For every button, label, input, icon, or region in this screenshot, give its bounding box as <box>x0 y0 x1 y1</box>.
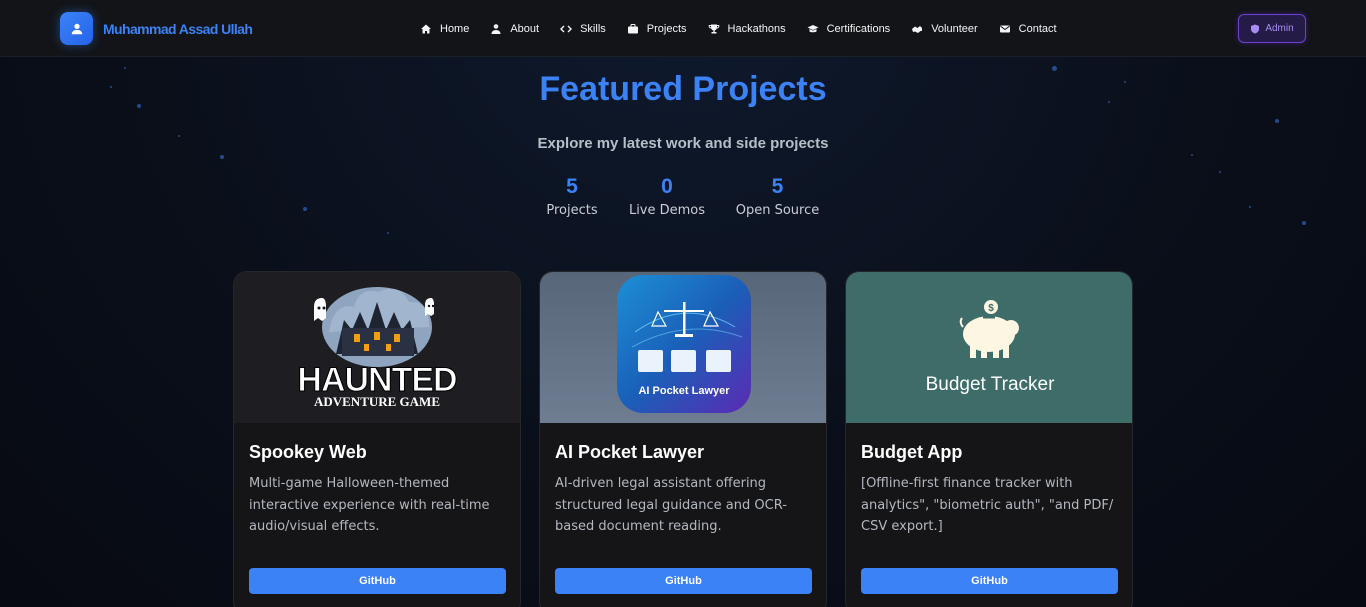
project-title: AI Pocket Lawyer <box>555 442 705 462</box>
nav-label: Home <box>440 22 470 35</box>
nav-item-projects[interactable]: Projects <box>627 23 687 35</box>
graduation-cap-icon <box>807 23 819 35</box>
nav-item-certifications[interactable]: Certifications <box>807 22 891 35</box>
nav-item-home[interactable]: Home <box>420 23 469 35</box>
project-image-budget-tracker: $ Budget Tracker <box>846 272 1132 423</box>
project-title: Spookey Web <box>249 442 367 462</box>
nav-links: Home About Skills Projects Hackathons Ce… <box>420 0 1078 57</box>
brand[interactable]: Muhammad Assad Ullah <box>60 12 253 45</box>
project-card-budget-app: $ Budget Tracker Budget App [Offline-fir… <box>845 271 1133 607</box>
github-button[interactable]: GitHub <box>861 568 1118 594</box>
nav-label: About <box>510 22 540 35</box>
project-description: Multi-game Halloween-themed interactive … <box>249 476 490 534</box>
stat-label: Open Source <box>735 203 820 218</box>
haunted-logo-subtext: ADVENTURE GAME <box>314 394 440 409</box>
nav-label: Projects <box>646 22 687 35</box>
project-description: AI-driven legal assistant offering struc… <box>555 476 787 534</box>
home-icon <box>420 23 432 35</box>
svg-text:$: $ <box>988 303 994 314</box>
nav-item-hackathons[interactable]: Hackathons <box>708 23 786 35</box>
github-button[interactable]: GitHub <box>249 568 506 594</box>
handshake-icon <box>911 23 923 35</box>
project-description: [Offline-first finance tracker with anal… <box>861 476 1114 534</box>
trophy-icon <box>708 23 720 35</box>
stat-projects: 5 Projects <box>532 174 612 218</box>
ai-lawyer-logo-text: AI Pocket Lawyer <box>638 385 730 397</box>
stat-label: Live Demos <box>628 203 706 218</box>
nav-item-volunteer[interactable]: Volunteer <box>911 22 978 35</box>
mail-icon <box>999 23 1011 35</box>
stat-live-demos: 0 Live Demos <box>622 174 712 218</box>
person-icon <box>490 23 502 35</box>
stat-value: 5 <box>566 175 578 198</box>
nav-item-skills[interactable]: Skills <box>560 23 606 35</box>
nav-label: Certifications <box>826 22 891 35</box>
budget-logo-text: Budget Tracker <box>926 374 1056 395</box>
stat-label: Projects <box>546 203 598 218</box>
stat-value: 5 <box>771 175 784 198</box>
admin-label: Admin <box>1265 23 1294 34</box>
nav-label: Volunteer <box>931 22 978 35</box>
project-title: Budget App <box>861 442 963 462</box>
shield-icon <box>1250 24 1260 34</box>
top-navbar: Muhammad Assad Ullah Home About Skills P… <box>0 0 1366 57</box>
page-subtitle: Explore my latest work and side projects <box>537 135 829 152</box>
nav-label: Contact <box>1018 22 1057 35</box>
project-card-spookey-web: HAUNTED ADVENTURE GAME Spookey Web Multi… <box>233 271 521 607</box>
code-icon <box>560 23 573 35</box>
nav-label: Hackathons <box>727 22 786 35</box>
project-image-ai-lawyer: AI Pocket Lawyer <box>540 272 826 423</box>
nav-item-about[interactable]: About <box>490 23 539 35</box>
brand-name: Muhammad Assad Ullah <box>103 20 253 37</box>
project-card-ai-pocket-lawyer: AI Pocket Lawyer AI Pocket Lawyer AI-dri… <box>539 271 827 607</box>
admin-button[interactable]: Admin <box>1238 14 1306 43</box>
nav-label: Skills <box>580 22 606 35</box>
github-button[interactable]: GitHub <box>555 568 812 594</box>
stat-value: 0 <box>661 175 673 198</box>
user-icon <box>60 12 93 45</box>
briefcase-icon <box>627 23 639 35</box>
nav-item-contact[interactable]: Contact <box>999 23 1057 35</box>
project-image-haunted: HAUNTED ADVENTURE GAME <box>234 272 520 423</box>
stat-open-source: 5 Open Source <box>727 174 828 218</box>
page-title: Featured Projects <box>539 70 827 108</box>
